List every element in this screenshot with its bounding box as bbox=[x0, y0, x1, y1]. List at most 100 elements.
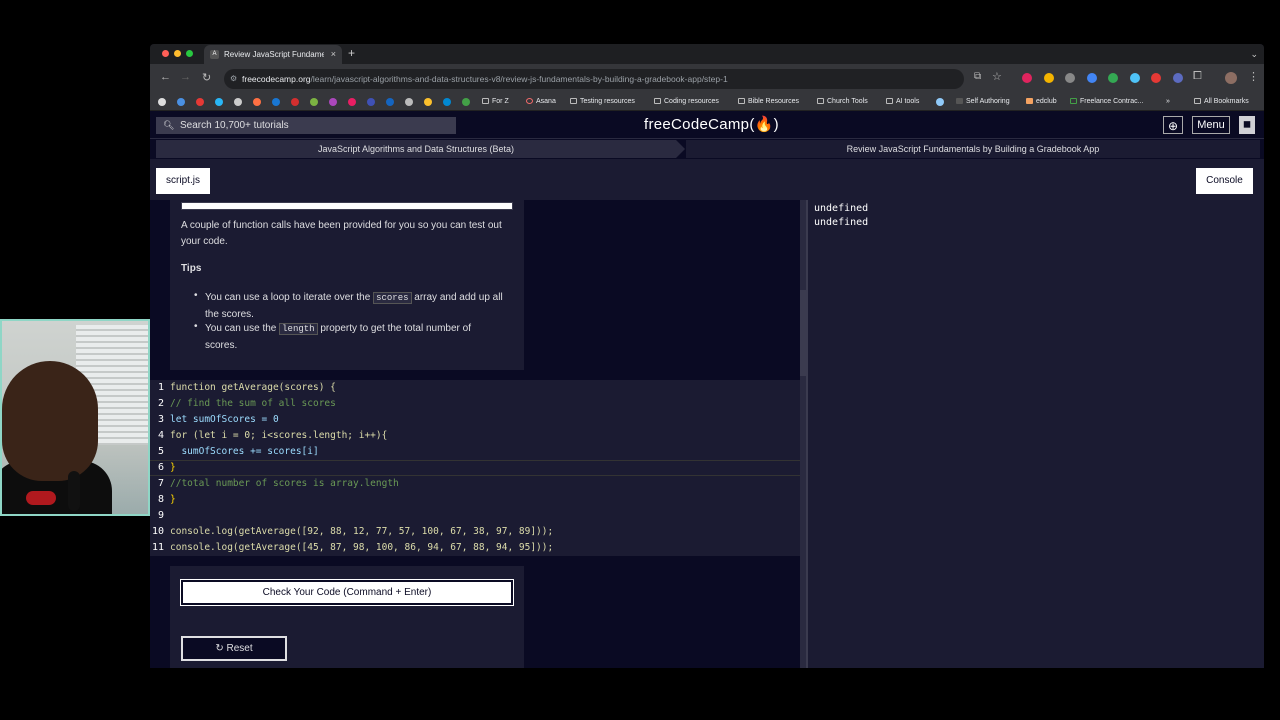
bookmark-icon[interactable] bbox=[234, 98, 242, 106]
breadcrumb-step[interactable]: Review JavaScript Fundamentals by Buildi… bbox=[686, 140, 1260, 158]
bookmark-icon[interactable] bbox=[367, 98, 375, 106]
tab-script-js[interactable]: script.js bbox=[156, 168, 210, 194]
browser-tab[interactable]: A Review JavaScript Fundame × bbox=[204, 45, 342, 64]
reset-button[interactable]: ↻ Reset bbox=[181, 636, 287, 661]
browser-menu-icon[interactable]: ⋮ bbox=[1248, 70, 1259, 83]
url-path: /learn/javascript-algorithms-and-data-st… bbox=[310, 74, 728, 84]
bookmark-icon[interactable] bbox=[215, 98, 223, 106]
bookmark-icon[interactable] bbox=[424, 98, 432, 106]
more-bookmarks-icon[interactable]: » bbox=[1166, 96, 1170, 108]
reload-icon[interactable]: ↻ bbox=[202, 71, 211, 84]
bullet: • bbox=[194, 321, 198, 332]
maximize-window-icon[interactable] bbox=[186, 50, 193, 57]
person-head bbox=[2, 361, 98, 481]
bookmark-icon[interactable] bbox=[443, 98, 451, 106]
language-globe-icon[interactable]: ⊕ bbox=[1163, 116, 1183, 134]
bookmark-icon[interactable] bbox=[310, 98, 318, 106]
line-number: 4 bbox=[157, 430, 164, 441]
bookmark-folder[interactable]: Coding resources bbox=[654, 96, 719, 108]
code-line[interactable]: function getAverage(scores) { bbox=[170, 380, 336, 396]
bookmark-icon[interactable] bbox=[405, 98, 413, 106]
back-icon[interactable]: ← bbox=[160, 71, 171, 83]
action-buttons-panel: Check Your Code (Command + Enter) ↻ Rese… bbox=[170, 566, 524, 668]
profile-avatar[interactable] bbox=[1225, 72, 1237, 84]
code-line[interactable]: // find the sum of all scores bbox=[170, 396, 336, 412]
console-output-line: undefined bbox=[814, 203, 869, 214]
inline-code: scores bbox=[373, 292, 412, 304]
tab-search-icon[interactable]: ⌄ bbox=[1250, 44, 1258, 64]
extensions-puzzle-icon[interactable]: ⧠ bbox=[1193, 70, 1202, 83]
browser-window: A Review JavaScript Fundame × + ⌄ ← → ↻ … bbox=[150, 44, 1264, 668]
site-info-icon[interactable]: ⚙ bbox=[230, 69, 237, 89]
bookmark-folder[interactable]: Bible Resources bbox=[738, 96, 799, 108]
bookmark-icon[interactable] bbox=[329, 98, 337, 106]
extension-icon[interactable] bbox=[1087, 73, 1097, 83]
menu-button[interactable]: Menu bbox=[1192, 116, 1230, 134]
tab-favicon-icon: A bbox=[210, 50, 219, 59]
extension-icon[interactable] bbox=[1130, 73, 1140, 83]
code-line[interactable]: sumOfScores += scores[i] bbox=[170, 444, 318, 460]
bookmark-icon[interactable] bbox=[348, 98, 356, 106]
tab-console[interactable]: Console bbox=[1196, 168, 1253, 194]
folder-icon bbox=[1194, 98, 1201, 105]
bookmark-freelance[interactable]: Freelance Contrac... bbox=[1070, 96, 1143, 108]
extension-icon[interactable] bbox=[1173, 73, 1183, 83]
bookmark-folder[interactable]: AI tools bbox=[886, 96, 919, 108]
code-line[interactable]: let sumOfScores = 0 bbox=[170, 412, 279, 428]
bookmark-icon[interactable] bbox=[196, 98, 204, 106]
bookmark-icon[interactable] bbox=[386, 98, 394, 106]
code-editor[interactable]: 1 2 3 4 5 6 7 8 9 10 11 function getAver… bbox=[150, 380, 806, 556]
shirt-logo bbox=[26, 491, 56, 505]
folder-icon bbox=[654, 98, 661, 105]
tip-item: You can use the length property to get t… bbox=[205, 323, 471, 351]
fcc-logo[interactable]: freeCodeCamp(🔥) bbox=[644, 114, 779, 136]
code-line[interactable]: } bbox=[170, 492, 176, 508]
address-bar[interactable]: ⚙ freecodecamp.org/learn/javascript-algo… bbox=[224, 69, 964, 89]
bookmark-folder[interactable]: Church Tools bbox=[817, 96, 868, 108]
bookmark-icon[interactable] bbox=[253, 98, 261, 106]
new-tab-button[interactable]: + bbox=[348, 44, 355, 63]
bookmark-edclub[interactable]: edclub bbox=[1026, 96, 1057, 108]
code-line[interactable]: for (let i = 0; i<scores.length; i++){ bbox=[170, 428, 387, 444]
code-line[interactable]: console.log(getAverage([45, 87, 98, 100,… bbox=[170, 540, 553, 556]
bookmark-self-authoring[interactable]: Self Authoring bbox=[956, 96, 1010, 108]
bookmark-star-icon[interactable]: ☆ bbox=[992, 70, 1002, 83]
bookmark-icon[interactable] bbox=[177, 98, 185, 106]
bookmark-icon[interactable] bbox=[158, 98, 166, 106]
bookmark-icon[interactable] bbox=[291, 98, 299, 106]
user-avatar-icon[interactable]: ◼ bbox=[1239, 116, 1255, 134]
extension-icon[interactable] bbox=[1108, 73, 1118, 83]
check-code-button[interactable]: Check Your Code (Command + Enter) bbox=[180, 579, 514, 606]
extension-icon[interactable] bbox=[1065, 73, 1075, 83]
bookmark-icon[interactable] bbox=[936, 98, 944, 106]
console-output-line: undefined bbox=[814, 217, 869, 228]
tip-item: You can use a loop to iterate over the s… bbox=[205, 292, 503, 320]
extension-icon[interactable] bbox=[1151, 73, 1161, 83]
minimize-window-icon[interactable] bbox=[174, 50, 181, 57]
code-line[interactable]: console.log(getAverage([92, 88, 12, 77, … bbox=[170, 524, 553, 540]
search-input[interactable]: Search 10,700+ tutorials bbox=[180, 117, 289, 134]
pocket-extension-icon[interactable] bbox=[1022, 73, 1032, 83]
install-icon[interactable]: ⧉ bbox=[974, 71, 981, 82]
bookmark-folder[interactable]: For Z bbox=[482, 96, 509, 108]
webcam-overlay bbox=[0, 319, 150, 516]
breadcrumb-course[interactable]: JavaScript Algorithms and Data Structure… bbox=[156, 140, 676, 158]
bookmarks-bar: For Z Asana Testing resources Coding res… bbox=[150, 94, 1264, 111]
sheet-icon bbox=[1070, 98, 1077, 105]
bookmark-folder[interactable]: Testing resources bbox=[570, 96, 635, 108]
extension-icon[interactable] bbox=[1044, 73, 1054, 83]
bookmark-icon[interactable] bbox=[462, 98, 470, 106]
forward-icon[interactable]: → bbox=[180, 71, 191, 83]
bookmark-icon[interactable] bbox=[272, 98, 280, 106]
tab-close-icon[interactable]: × bbox=[331, 45, 336, 64]
pen-icon bbox=[956, 98, 963, 105]
tips-heading: Tips bbox=[181, 263, 202, 274]
code-line[interactable]: } bbox=[170, 460, 176, 476]
fcc-navbar: 🔍︎ Search 10,700+ tutorials freeCodeCamp… bbox=[150, 111, 1264, 139]
close-window-icon[interactable] bbox=[162, 50, 169, 57]
bookmark-asana[interactable]: Asana bbox=[526, 96, 556, 108]
code-line[interactable]: //total number of scores is array.length bbox=[170, 476, 399, 492]
folder-icon bbox=[886, 98, 893, 105]
all-bookmarks[interactable]: All Bookmarks bbox=[1194, 96, 1249, 108]
search-bar[interactable]: 🔍︎ Search 10,700+ tutorials bbox=[156, 117, 456, 134]
